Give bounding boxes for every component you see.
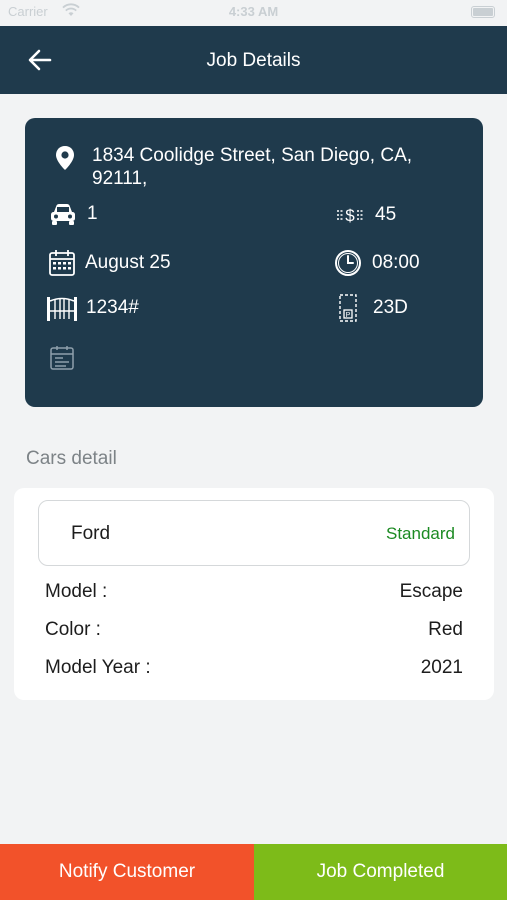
car-make: Ford	[71, 523, 111, 544]
address-line-2: 92111,	[92, 168, 148, 189]
status-time: 4:33 AM	[228, 4, 279, 19]
detail-label: Model :	[45, 581, 108, 602]
price-value: 45	[375, 204, 397, 225]
detail-value: Escape	[399, 581, 463, 602]
date-value: August 25	[85, 252, 171, 273]
notes-row	[49, 344, 75, 372]
page-title: Job Details	[206, 50, 301, 71]
gate-code-value: 1234#	[86, 297, 139, 318]
detail-label: Model Year :	[45, 657, 151, 678]
parking-row: P 23D	[335, 293, 408, 323]
job-address: 1834 Coolidge Street, San Diego, CA, 921…	[92, 144, 452, 190]
calendar-note-icon	[50, 346, 74, 370]
parking-spot-value: 23D	[373, 297, 408, 318]
clock-icon	[335, 250, 361, 276]
battery-icon	[471, 6, 495, 18]
calendar-icon	[49, 250, 75, 276]
dollar-arrows-icon: $	[337, 206, 363, 225]
service-type-badge: Standard	[386, 524, 455, 543]
cars-count-value: 1	[87, 203, 98, 224]
job-summary-card: 1834 Coolidge Street, San Diego, CA, 921…	[25, 118, 483, 407]
time-value: 08:00	[372, 252, 420, 273]
detail-value: 2021	[420, 657, 463, 678]
car-detail-card: Ford Standard Model : Escape Color : Red…	[14, 488, 494, 700]
app-header: Job Details	[0, 26, 507, 94]
gate-code-row: 1234#	[45, 293, 139, 323]
time-row: 08:00	[333, 248, 420, 278]
date-row: August 25	[47, 248, 171, 278]
location-pin-icon	[56, 146, 74, 170]
cars-detail-heading: Cars detail	[26, 448, 117, 469]
svg-text:P: P	[346, 312, 351, 319]
notify-customer-button[interactable]: Notify Customer	[0, 844, 254, 900]
price-row: $ 45	[335, 203, 396, 227]
car-header[interactable]: Ford Standard	[38, 500, 470, 566]
gate-icon	[47, 297, 77, 321]
car-icon	[51, 204, 75, 225]
bottom-action-bar: Notify Customer Job Completed	[0, 844, 507, 900]
detail-value: Red	[428, 619, 463, 640]
detail-label: Color :	[45, 619, 101, 640]
job-completed-button[interactable]: Job Completed	[254, 844, 507, 900]
status-bar: Carrier 4:33 AM	[0, 0, 507, 26]
svg-text:$: $	[345, 206, 355, 225]
address-line-1: 1834 Coolidge Street, San Diego, CA,	[92, 145, 413, 166]
parking-icon: P	[339, 294, 357, 322]
cars-count-row: 1	[49, 202, 98, 226]
